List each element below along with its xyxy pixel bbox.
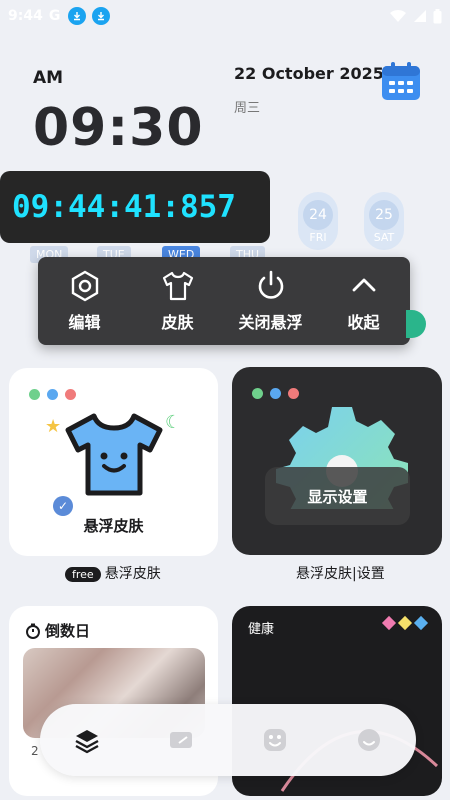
- collapse-label: 收起: [347, 313, 380, 332]
- ampm-label: AM: [33, 68, 64, 88]
- clock-time: 09:30: [33, 98, 204, 158]
- card-icon: [170, 732, 192, 748]
- hexagon-gear-icon: [71, 270, 98, 302]
- date-text: 22 October 2025: [234, 64, 384, 83]
- countdown-footer: 2: [31, 744, 39, 758]
- status-bar: 9:44 G: [0, 0, 450, 32]
- float-toggle-handle[interactable]: [406, 310, 426, 338]
- nav-layers[interactable]: [67, 720, 107, 760]
- display-caption: 悬浮皮肤|设置: [296, 566, 385, 582]
- diamond-dots: [381, 615, 429, 631]
- skin-card[interactable]: ★ ☾ ✓ 悬浮皮肤: [9, 368, 218, 556]
- carrier-indicator: G: [48, 8, 61, 24]
- health-title: 健康: [248, 622, 275, 637]
- moon-icon: ☾: [165, 412, 182, 433]
- week-day-number: 24: [303, 200, 333, 230]
- power-icon: [258, 270, 283, 299]
- skin-button[interactable]: 皮肤: [138, 269, 218, 333]
- skin-card-title: 悬浮皮肤: [83, 517, 144, 535]
- week-day-fri[interactable]: 24 FRI: [298, 192, 338, 250]
- download-icon: [68, 7, 87, 25]
- stopwatch-value: 09:44:41:857: [12, 189, 236, 225]
- edit-label: 编辑: [68, 313, 101, 332]
- weekday-text: 周三: [234, 101, 261, 116]
- tshirt-icon: [162, 271, 193, 301]
- week-day-number: 25: [369, 200, 399, 230]
- download-icon: [92, 7, 111, 25]
- free-badge: free: [65, 566, 101, 582]
- countdown-title: 倒数日: [25, 620, 90, 641]
- window-dots: [29, 389, 76, 400]
- week-day-label: FRI: [309, 231, 327, 244]
- chevron-up-icon: [352, 278, 375, 292]
- bottom-nav: [40, 704, 416, 776]
- window-dots: [252, 388, 299, 399]
- nav-profile[interactable]: [349, 720, 389, 760]
- close-float-label: 关闭悬浮: [238, 313, 303, 332]
- star-icon: ★: [45, 416, 62, 437]
- display-settings-card[interactable]: 显示设置: [232, 367, 442, 555]
- status-time: 9:44: [8, 8, 43, 24]
- week-day-label: SAT: [373, 231, 395, 244]
- tshirt-icon: [65, 413, 163, 496]
- smile-circle-icon: [358, 729, 380, 751]
- skin-label: 皮肤: [161, 313, 194, 332]
- skin-caption-text: 悬浮皮肤: [104, 566, 161, 582]
- skin-caption: free 悬浮皮肤: [65, 563, 161, 583]
- check-icon: ✓: [53, 496, 73, 516]
- calendar-icon[interactable]: [380, 60, 422, 102]
- smile-face-icon: [264, 729, 286, 751]
- nav-smile[interactable]: [255, 720, 295, 760]
- close-float-button[interactable]: 关闭悬浮: [231, 269, 311, 333]
- edit-button[interactable]: 编辑: [45, 269, 125, 333]
- floating-menu: 编辑 皮肤 关闭悬浮 收起: [38, 257, 410, 345]
- collapse-button[interactable]: 收起: [324, 269, 404, 333]
- countdown-title-text: 倒数日: [45, 622, 91, 640]
- signal-icon: [414, 10, 426, 22]
- battery-icon: [433, 8, 442, 23]
- wifi-icon: [390, 9, 406, 22]
- week-day-sat[interactable]: 25 SAT: [364, 192, 404, 250]
- nav-card[interactable]: [161, 720, 201, 760]
- stopwatch-icon: [26, 623, 40, 639]
- display-settings-button[interactable]: 显示设置: [265, 467, 410, 525]
- floating-stopwatch[interactable]: 09:44:41:857: [0, 171, 270, 243]
- layers-icon: [75, 730, 99, 754]
